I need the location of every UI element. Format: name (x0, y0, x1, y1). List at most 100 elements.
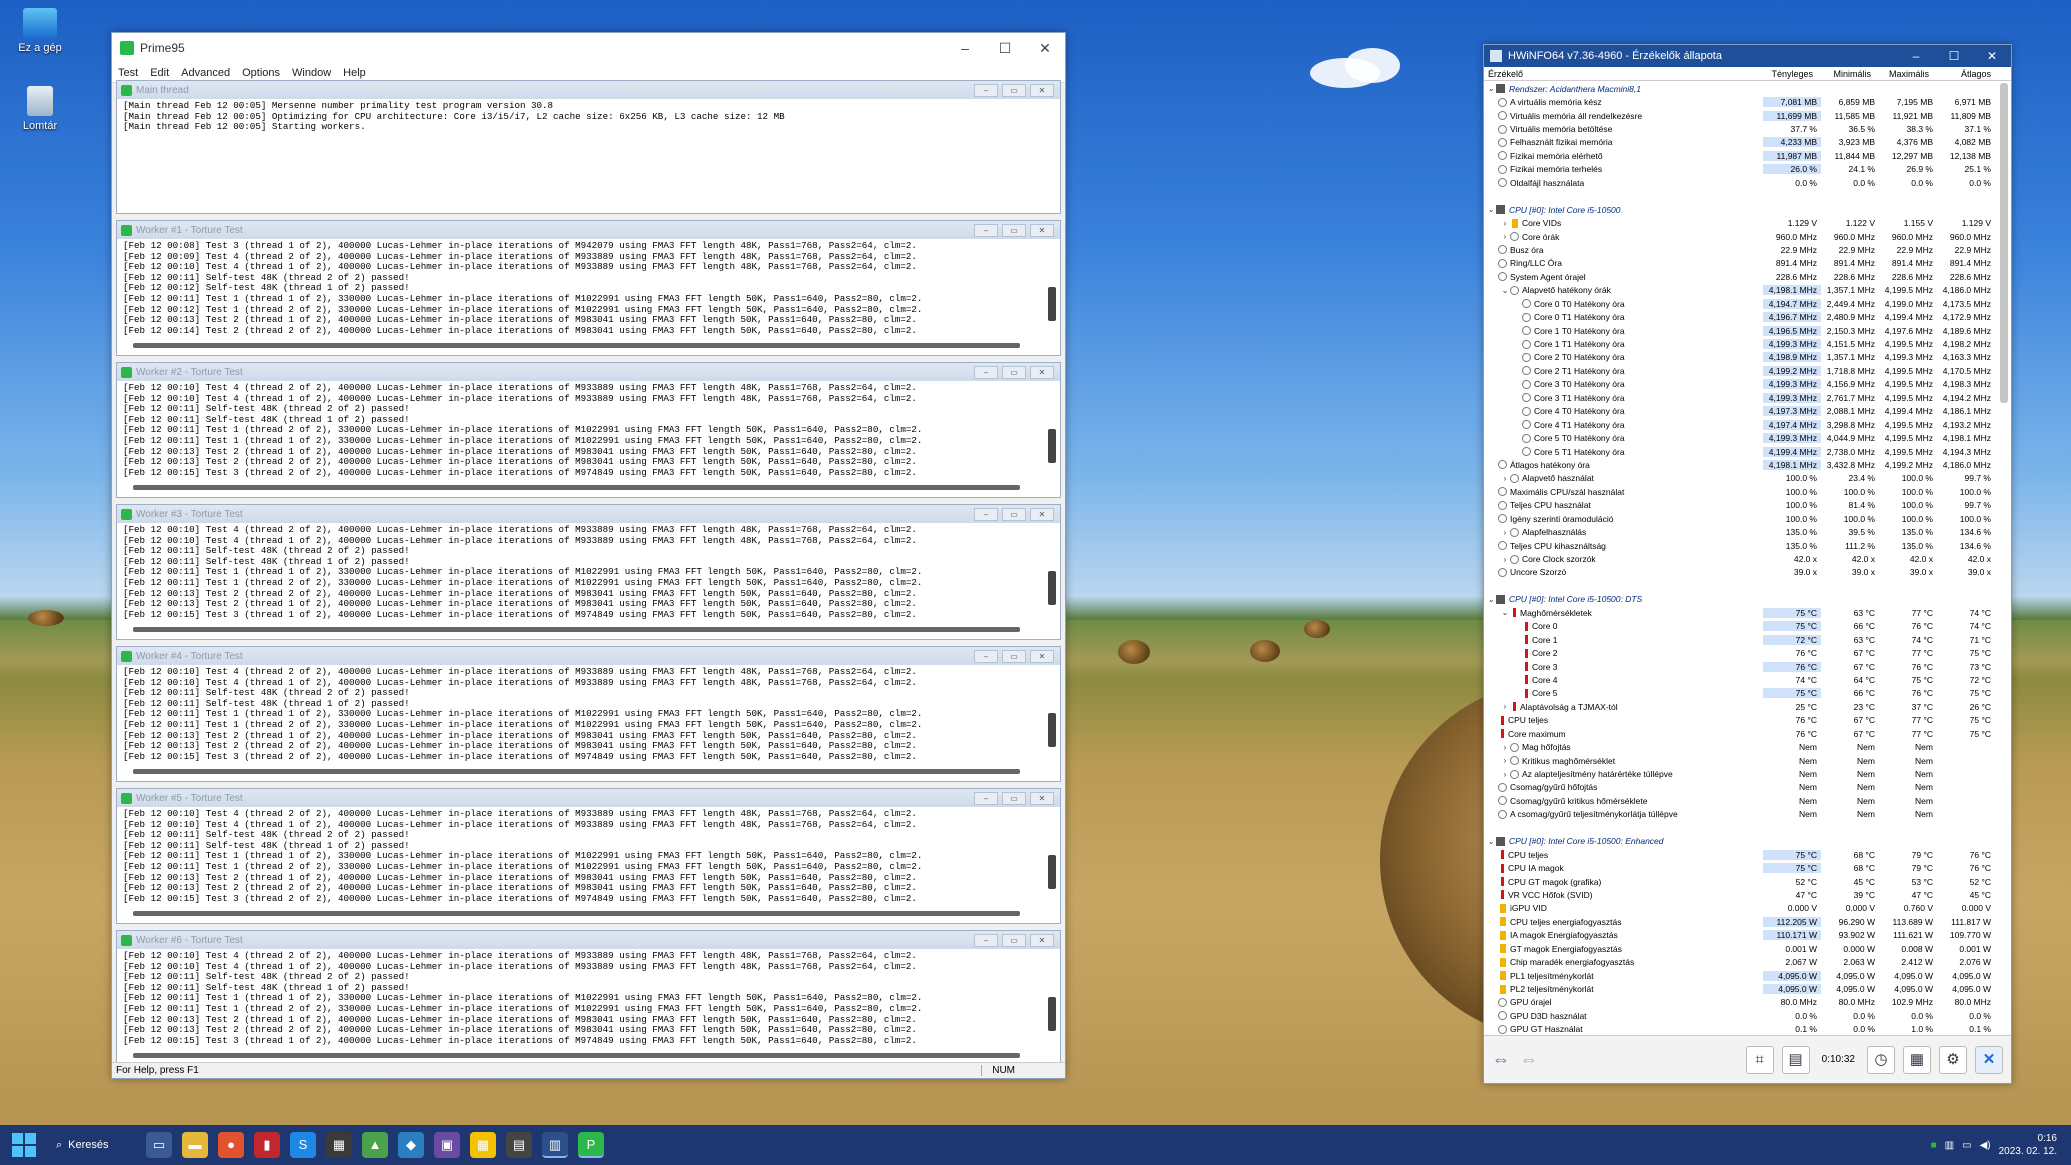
horizontal-scrollbar-thumb[interactable] (133, 343, 1020, 348)
mdi-titlebar[interactable]: Worker #1 - Torture Test – ▭ ✕ (117, 221, 1060, 239)
menu-item-window[interactable]: Window (286, 67, 337, 79)
hwinfo-taskbar-icon[interactable]: ▥ (542, 1132, 568, 1158)
clock[interactable]: 0:16 2023. 02. 12. (1999, 1132, 2057, 1158)
sensor-row[interactable]: Chip maradék energiafogyasztás 2.067 W 2.0… (1484, 955, 1995, 968)
collapse-chevron-icon[interactable]: ⌄ (1486, 205, 1496, 214)
close-button[interactable]: ✕ (1030, 791, 1054, 805)
restore-button[interactable]: ▭ (1002, 507, 1026, 521)
menu-item-edit[interactable]: Edit (144, 67, 175, 79)
volume-icon[interactable]: ◀) (1980, 1140, 1991, 1151)
prime95-taskbar-icon[interactable]: P (578, 1132, 604, 1158)
sensor-row[interactable]: A virtuális memória kész 7,081 MB 6,859 MB… (1484, 95, 1995, 108)
calculator-icon[interactable]: ▦ (326, 1132, 352, 1158)
sensor-row[interactable]: Fizikai memória terhelés 26.0 % 24.1 % 26.9… (1484, 163, 1995, 176)
expand-chevron-icon[interactable]: ⌄ (1500, 286, 1510, 295)
sensor-row[interactable]: System Agent órajel 228.6 MHz 228.6 MHz 228… (1484, 270, 1995, 283)
app-icon[interactable]: ▮ (254, 1132, 280, 1158)
expand-chevron-icon[interactable]: › (1500, 756, 1510, 765)
sensor-row[interactable]: Core 0 T1 Hatékony óra 4,196.7 MHz 2,480.9… (1484, 310, 1995, 323)
sensor-row[interactable]: A csomag/gyűrű teljesítménykorlátja túll… (1484, 808, 1995, 821)
expand-chevron-icon[interactable]: › (1500, 702, 1510, 711)
report-icon[interactable]: ▦ (1903, 1045, 1931, 1074)
sensor-row[interactable]: Teljes CPU kihasználtság 135.0 % 111.2 % 13… (1484, 539, 1995, 552)
menu-item-test[interactable]: Test (112, 67, 144, 79)
sensor-row[interactable]: › Alapvető használat 100.0 % 23.4 % 100.0 % 9… (1484, 472, 1995, 485)
sensor-row[interactable]: GT magok Energiafogyasztás 0.001 W 0.000 W… (1484, 942, 1995, 955)
sensor-row[interactable]: Busz óra 22.9 MHz 22.9 MHz 22.9 MHz 22.9 MHz (1484, 243, 1995, 256)
firefox-icon[interactable]: ● (218, 1132, 244, 1158)
sensor-row[interactable]: Core 1 T0 Hatékony óra 4,196.5 MHz 2,150.3… (1484, 324, 1995, 337)
sensor-row[interactable]: GPU GT Használat 0.1 % 0.0 % 1.0 % 0.1 % (1484, 1023, 1995, 1035)
close-button[interactable]: ✕ (1030, 365, 1054, 379)
desktop-icon-this-pc[interactable]: Ez a gép (0, 8, 80, 54)
minimize-button[interactable]: – (974, 933, 998, 947)
app-icon[interactable]: ▲ (362, 1132, 388, 1158)
sensor-row[interactable]: Maximális CPU/szál használat 100.0 % 100.0… (1484, 485, 1995, 498)
mdi-titlebar[interactable]: Worker #4 - Torture Test – ▭ ✕ (117, 647, 1060, 665)
minimize-button[interactable]: – (974, 365, 998, 379)
sensor-group-header[interactable]: ⌄ CPU [#0]: Intel Core i5-10500: Enhanced (1484, 835, 1995, 848)
sensor-row[interactable]: Core 1 72 °C 63 °C 74 °C 71 °C (1484, 633, 1995, 646)
close-button[interactable]: ✕ (1030, 507, 1054, 521)
sensor-row[interactable]: › Core órák 960.0 MHz 960.0 MHz 960.0 MHz 960… (1484, 230, 1995, 243)
search-button[interactable]: ⌕ Keresés (56, 1139, 136, 1152)
vertical-scrollbar-thumb[interactable] (1048, 713, 1056, 747)
mdi-titlebar[interactable]: Main thread – ▭ ✕ (117, 81, 1060, 99)
sensor-row[interactable]: PL2 teljesítménykorlát 4,095.0 W 4,095.0 W… (1484, 982, 1995, 995)
restore-button[interactable]: ▭ (1002, 223, 1026, 237)
mdi-titlebar[interactable]: Worker #2 - Torture Test – ▭ ✕ (117, 363, 1060, 381)
sensor-row[interactable]: Core 0 75 °C 66 °C 76 °C 74 °C (1484, 620, 1995, 633)
sensor-row[interactable]: Core 4 T0 Hatékony óra 4,197.3 MHz 2,088.1… (1484, 405, 1995, 418)
sensor-group-header[interactable]: ⌄ CPU [#0]: Intel Core i5-10500: DTS (1484, 593, 1995, 606)
minimize-button[interactable]: – (974, 791, 998, 805)
expand-chevron-icon[interactable]: ⌄ (1500, 608, 1510, 617)
sensor-row[interactable]: Core 0 T0 Hatékony óra 4,194.7 MHz 2,449.4… (1484, 297, 1995, 310)
skype-icon[interactable]: S (290, 1132, 316, 1158)
restore-button[interactable]: ▭ (1002, 933, 1026, 947)
task-view-icon[interactable]: ▭ (146, 1132, 172, 1158)
clock-icon[interactable]: ◷ (1867, 1045, 1895, 1074)
close-button[interactable]: ✕ (1030, 649, 1054, 663)
app-icon[interactable]: ◆ (398, 1132, 424, 1158)
sensor-row[interactable]: Fizikai memória elérhető 11,987 MB 11,844 … (1484, 149, 1995, 162)
restore-button[interactable]: ▭ (1002, 649, 1026, 663)
sensor-row[interactable]: › Mag hőfojtás Nem Nem Nem (1484, 740, 1995, 753)
close-button[interactable]: ✕ (1025, 40, 1065, 57)
minimize-button[interactable]: – (1897, 49, 1935, 63)
sensor-row[interactable]: GPU órajel 80.0 MHz 80.0 MHz 102.9 MHz 80.0 … (1484, 996, 1995, 1009)
minimize-button[interactable]: – (974, 507, 998, 521)
maximize-button[interactable]: ☐ (985, 40, 1025, 57)
column-sensor[interactable]: Érzékelő (1484, 69, 1759, 79)
sensor-row[interactable]: Csomag/gyűrű kritikus hőmérséklete Nem Nem… (1484, 794, 1995, 807)
collapse-chevron-icon[interactable]: ⌄ (1486, 595, 1496, 604)
sensor-row[interactable]: Core 2 T1 Hatékony óra 4,199.2 MHz 1,718.8… (1484, 364, 1995, 377)
sensor-row[interactable]: ⌄ Alapvető hatékony órák 4,198.1 MHz 1,357.… (1484, 284, 1995, 297)
vertical-scrollbar-thumb[interactable] (1048, 287, 1056, 321)
sensor-row[interactable]: iGPU VID 0.000 V 0.000 V 0.760 V 0.000 V (1484, 902, 1995, 915)
sensor-row[interactable]: › Kritikus maghőmérséklet Nem Nem Nem (1484, 754, 1995, 767)
sensor-row[interactable]: Core 5 T1 Hatékony óra 4,199.4 MHz 2,738.0… (1484, 445, 1995, 458)
sensor-row[interactable]: › Az alapteljesítmény határértéke túllépv… (1484, 767, 1995, 780)
sensor-row[interactable]: › Alaptávolság a TJMAX-tól 25 °C 23 °C 37 °C… (1484, 700, 1995, 713)
sensor-row[interactable]: Csomag/gyűrű hőfojtás Nem Nem Nem (1484, 781, 1995, 794)
expand-chevron-icon[interactable]: › (1500, 474, 1510, 483)
sensor-row[interactable]: Igény szerinti óramoduláció 100.0 % 100.0 … (1484, 512, 1995, 525)
sensor-row[interactable]: Core 4 T1 Hatékony óra 4,197.4 MHz 3,298.8… (1484, 418, 1995, 431)
horizontal-scrollbar-thumb[interactable] (133, 627, 1020, 632)
sensor-row[interactable]: Core maximum 76 °C 67 °C 77 °C 75 °C (1484, 727, 1995, 740)
column-max[interactable]: Maximális (1875, 69, 1933, 79)
start-button[interactable] (12, 1133, 36, 1157)
horizontal-scrollbar-thumb[interactable] (133, 769, 1020, 774)
vertical-scrollbar-thumb[interactable] (1048, 571, 1056, 605)
sensor-row[interactable]: CPU teljes energiafogyasztás 112.205 W 96.… (1484, 915, 1995, 928)
sensor-row[interactable]: Core 5 T0 Hatékony óra 4,199.3 MHz 4,044.9… (1484, 431, 1995, 444)
sensor-row[interactable]: Uncore Szorzó 39.0 x 39.0 x 39.0 x 39.0 x (1484, 566, 1995, 579)
vertical-scrollbar-thumb[interactable] (1048, 429, 1056, 463)
vertical-scrollbar[interactable] (2000, 83, 2008, 403)
close-button[interactable]: ✕ (1030, 223, 1054, 237)
minimize-button[interactable]: – (974, 223, 998, 237)
expand-chevron-icon[interactable]: › (1500, 528, 1510, 537)
mdi-titlebar[interactable]: Worker #5 - Torture Test – ▭ ✕ (117, 789, 1060, 807)
sensor-row[interactable]: Core 1 T1 Hatékony óra 4,199.3 MHz 4,151.5… (1484, 337, 1995, 350)
horizontal-scrollbar-thumb[interactable] (133, 485, 1020, 490)
